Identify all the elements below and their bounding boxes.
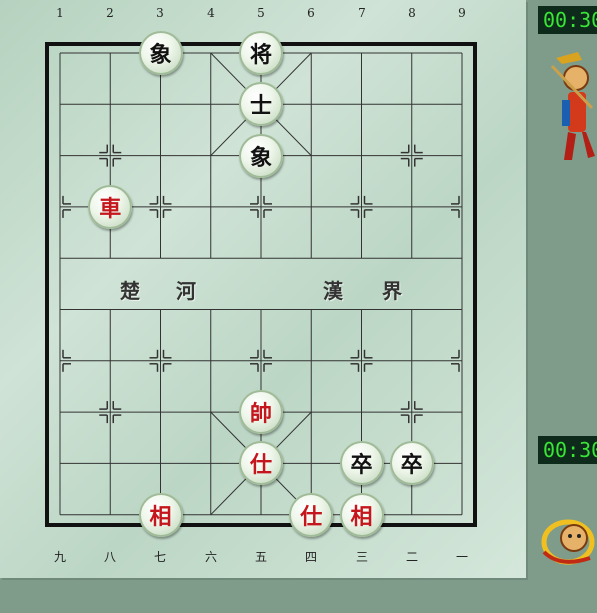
river-text-chu: 楚: [120, 279, 142, 303]
red-piece[interactable]: 仕: [239, 441, 283, 486]
file-number: 一: [455, 550, 469, 564]
board-panel: 1 2 3 4 5 6 7 8 9 九 八 七 六 五 四 三 二 一 楚 河 …: [0, 0, 526, 578]
file-number: 7: [358, 6, 366, 20]
top-player-avatar: [550, 52, 595, 160]
red-piece[interactable]: 仕: [289, 492, 334, 537]
file-number: 3: [156, 6, 164, 20]
file-number: 6: [307, 6, 315, 20]
black-piece[interactable]: 象: [138, 31, 183, 75]
red-piece[interactable]: 帥: [239, 390, 283, 435]
river-text-he: 河: [176, 279, 198, 303]
red-piece[interactable]: 相: [138, 492, 183, 537]
black-piece[interactable]: 卒: [339, 441, 384, 486]
top-player-timer: 00:30: [538, 6, 597, 34]
bottom-player-avatar: [541, 519, 595, 565]
bottom-player-timer: 00:30: [538, 436, 597, 464]
file-number: 三: [355, 550, 369, 564]
red-piece[interactable]: 相: [339, 492, 384, 537]
file-number: 九: [53, 550, 67, 564]
black-piece[interactable]: 士: [239, 82, 283, 127]
river-text-han: 漢: [323, 279, 345, 303]
file-number: 四: [304, 550, 318, 564]
file-number: 二: [405, 550, 419, 564]
file-number: 5: [257, 6, 265, 20]
black-piece[interactable]: 卒: [389, 441, 434, 486]
file-number: 2: [106, 6, 114, 20]
file-number: 1: [56, 6, 64, 20]
river-text-jie: 界: [382, 279, 404, 303]
file-number: 八: [103, 550, 117, 564]
red-piece[interactable]: 車: [88, 184, 133, 229]
file-number: 七: [153, 550, 167, 564]
file-number: 8: [408, 6, 416, 20]
file-number: 4: [207, 6, 215, 20]
black-piece[interactable]: 象: [239, 133, 283, 178]
file-number: 五: [254, 550, 268, 564]
black-piece[interactable]: 将: [239, 31, 283, 75]
file-number: 六: [204, 550, 218, 564]
file-number: 9: [458, 6, 466, 20]
